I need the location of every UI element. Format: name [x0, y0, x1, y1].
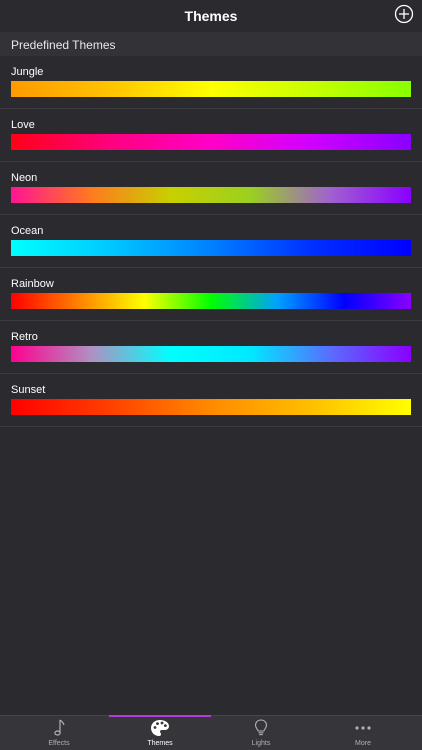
theme-row-love[interactable]: Love — [0, 109, 422, 162]
theme-gradient — [11, 346, 411, 362]
theme-name: Sunset — [11, 384, 46, 396]
add-theme-button[interactable] — [394, 4, 414, 24]
theme-row-sunset[interactable]: Sunset — [0, 374, 422, 427]
theme-name: Jungle — [11, 66, 44, 78]
navigation-bar: Themes — [0, 0, 422, 32]
theme-row-neon[interactable]: Neon — [0, 162, 422, 215]
theme-name: Ocean — [11, 225, 44, 237]
theme-row-rainbow[interactable]: Rainbow — [0, 268, 422, 321]
theme-gradient — [11, 293, 411, 309]
page-title: Themes — [184, 8, 238, 24]
section-header: Predefined Themes — [0, 32, 422, 56]
theme-name: Rainbow — [11, 278, 54, 290]
tab-label: More — [355, 740, 371, 747]
tab-label: Lights — [251, 740, 271, 747]
tab-label: Themes — [147, 740, 173, 747]
tab-themes[interactable]: Themes — [109, 715, 211, 750]
tab-effects[interactable]: Effects — [8, 716, 110, 750]
palette-icon — [151, 720, 169, 736]
tab-lights[interactable]: Lights — [210, 716, 312, 750]
tab-bar: Effects Themes Lights More — [0, 715, 422, 750]
lightbulb-icon — [254, 719, 268, 736]
theme-gradient — [11, 240, 411, 256]
theme-name: Love — [11, 119, 35, 131]
theme-row-ocean[interactable]: Ocean — [0, 215, 422, 268]
theme-gradient — [11, 187, 411, 203]
theme-name: Neon — [11, 172, 38, 184]
ellipsis-icon — [355, 726, 371, 730]
theme-gradient — [11, 81, 411, 97]
tab-more[interactable]: More — [312, 716, 414, 750]
theme-gradient — [11, 399, 411, 415]
section-title: Predefined Themes — [11, 38, 116, 52]
theme-list: Jungle Love Neon Ocean Rainbow Retro Sun… — [0, 56, 422, 427]
theme-name: Retro — [11, 331, 38, 343]
theme-row-retro[interactable]: Retro — [0, 321, 422, 374]
music-note-icon — [54, 719, 65, 736]
theme-gradient — [11, 134, 411, 150]
tab-label: Effects — [48, 740, 70, 747]
theme-row-jungle[interactable]: Jungle — [0, 56, 422, 109]
